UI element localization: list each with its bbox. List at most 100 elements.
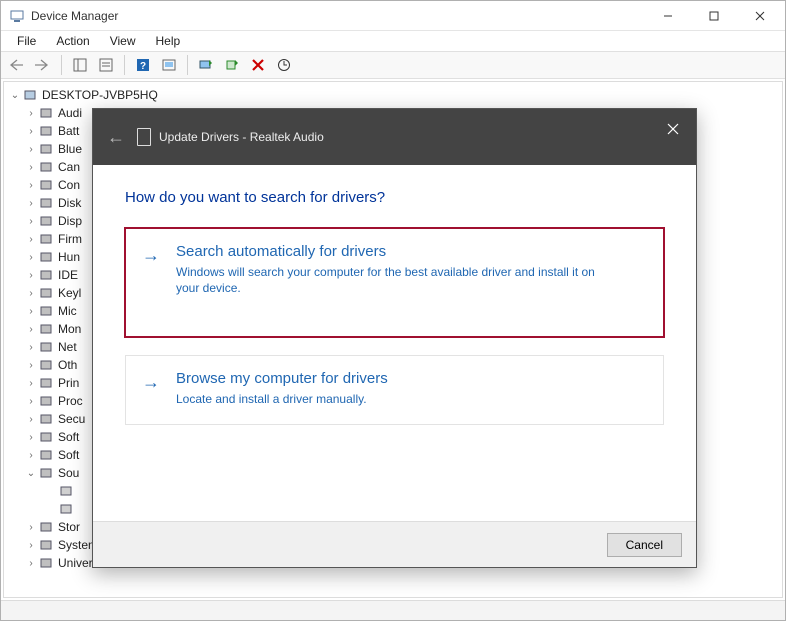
- device-category-icon: [38, 249, 54, 265]
- tree-expand-icon[interactable]: ⌄: [24, 468, 38, 479]
- maximize-button[interactable]: [691, 2, 737, 30]
- toolbar-separator: [61, 55, 62, 75]
- dialog-header: ← Update Drivers - Realtek Audio: [93, 109, 696, 165]
- dialog-back-icon[interactable]: ←: [107, 127, 127, 148]
- tree-expand-icon[interactable]: ›: [24, 108, 38, 119]
- uninstall-button[interactable]: [246, 53, 270, 77]
- arrow-right-icon: →: [142, 245, 160, 266]
- tree-item-label: Mic: [58, 304, 77, 318]
- tree-expand-icon[interactable]: ›: [24, 162, 38, 173]
- tree-expand-icon[interactable]: ›: [24, 522, 38, 533]
- tree-expand-icon[interactable]: ›: [24, 450, 38, 461]
- back-button[interactable]: [5, 53, 29, 77]
- tree-expand-icon[interactable]: ›: [24, 216, 38, 227]
- sound-device-icon: [58, 501, 74, 517]
- tree-item-label: Hun: [58, 250, 80, 264]
- menu-help[interactable]: Help: [146, 32, 191, 50]
- tree-expand-icon[interactable]: ›: [24, 126, 38, 137]
- toolbar-separator: [187, 55, 188, 75]
- device-category-icon: [38, 195, 54, 211]
- tree-expand-icon[interactable]: ›: [24, 180, 38, 191]
- tree-root-label: DESKTOP-JVBP5HQ: [42, 88, 158, 102]
- menu-action[interactable]: Action: [46, 32, 99, 50]
- tree-item-label: Can: [58, 160, 80, 174]
- close-button[interactable]: [737, 2, 783, 30]
- device-category-icon: [38, 519, 54, 535]
- dialog-device-icon: [137, 128, 151, 146]
- tree-item-label: Firm: [58, 232, 82, 246]
- tree-expand-icon[interactable]: ›: [24, 252, 38, 263]
- toolbar: ?: [1, 51, 785, 79]
- tree-item-label: Oth: [58, 358, 77, 372]
- dialog-close-button[interactable]: [658, 117, 688, 141]
- menu-view[interactable]: View: [100, 32, 146, 50]
- tree-expand-icon[interactable]: ›: [24, 378, 38, 389]
- statusbar: [1, 600, 785, 620]
- tree-item-label: Keyl: [58, 286, 81, 300]
- device-category-icon: [38, 177, 54, 193]
- tree-expand-icon[interactable]: ›: [24, 324, 38, 335]
- device-category-icon: [38, 303, 54, 319]
- arrow-right-icon: →: [142, 372, 160, 393]
- sound-device-icon: [58, 483, 74, 499]
- device-category-icon: [38, 447, 54, 463]
- tree-item-label: Soft: [58, 430, 79, 444]
- tree-root[interactable]: ⌄ DESKTOP-JVBP5HQ: [6, 86, 780, 104]
- titlebar: Device Manager: [1, 1, 785, 31]
- tree-expand-icon[interactable]: ›: [24, 540, 38, 551]
- option-description: Windows will search your computer for th…: [176, 264, 606, 296]
- show-hide-tree-button[interactable]: [68, 53, 92, 77]
- tree-expand-icon[interactable]: ›: [24, 396, 38, 407]
- device-category-icon: [38, 321, 54, 337]
- tree-item-label: Soft: [58, 448, 79, 462]
- tree-expand-icon[interactable]: ›: [24, 306, 38, 317]
- update-driver-button[interactable]: [194, 53, 218, 77]
- device-category-icon: [38, 231, 54, 247]
- option-description: Locate and install a driver manually.: [176, 391, 606, 407]
- tree-expand-icon[interactable]: ›: [24, 288, 38, 299]
- tree-item-label: Blue: [58, 142, 82, 156]
- tree-expand-icon[interactable]: ›: [24, 144, 38, 155]
- properties-button[interactable]: [94, 53, 118, 77]
- svg-text:?: ?: [140, 61, 146, 72]
- device-category-icon: [38, 357, 54, 373]
- toolbar-separator: [124, 55, 125, 75]
- tree-expand-icon[interactable]: ›: [24, 414, 38, 425]
- tree-item-label: Disp: [58, 214, 82, 228]
- device-category-icon: [38, 411, 54, 427]
- menu-file[interactable]: File: [7, 32, 46, 50]
- device-category-icon: [38, 555, 54, 571]
- tree-item-label: Con: [58, 178, 80, 192]
- tree-expand-icon[interactable]: ›: [24, 360, 38, 371]
- tree-expand-icon[interactable]: ›: [24, 270, 38, 281]
- minimize-button[interactable]: [645, 2, 691, 30]
- dialog-body: How do you want to search for drivers? →…: [93, 165, 696, 425]
- device-category-icon: [38, 141, 54, 157]
- tree-expand-icon[interactable]: ›: [24, 432, 38, 443]
- dialog-heading: How do you want to search for drivers?: [125, 189, 664, 206]
- tree-expand-icon[interactable]: ›: [24, 342, 38, 353]
- cancel-button[interactable]: Cancel: [607, 533, 682, 557]
- tree-expand-icon[interactable]: ⌄: [8, 90, 22, 101]
- window-title: Device Manager: [31, 9, 645, 23]
- option-search-automatically[interactable]: → Search automatically for drivers Windo…: [125, 228, 664, 337]
- scan-button[interactable]: [157, 53, 181, 77]
- window-controls: [645, 2, 783, 30]
- device-category-icon: [38, 375, 54, 391]
- update-drivers-dialog: ← Update Drivers - Realtek Audio How do …: [92, 108, 697, 568]
- computer-icon: [22, 87, 38, 103]
- device-category-icon: [38, 213, 54, 229]
- tree-expand-icon[interactable]: ›: [24, 198, 38, 209]
- help-button[interactable]: ?: [131, 53, 155, 77]
- app-icon: [9, 8, 25, 24]
- option-browse-computer[interactable]: → Browse my computer for drivers Locate …: [125, 355, 664, 424]
- scan-hardware-button[interactable]: [272, 53, 296, 77]
- tree-expand-icon[interactable]: ›: [24, 234, 38, 245]
- device-category-icon: [38, 339, 54, 355]
- forward-button[interactable]: [31, 53, 55, 77]
- dialog-title: Update Drivers - Realtek Audio: [159, 130, 324, 144]
- enable-button[interactable]: [220, 53, 244, 77]
- device-category-icon: [38, 465, 54, 481]
- tree-item-label: Proc: [58, 394, 83, 408]
- tree-expand-icon[interactable]: ›: [24, 558, 38, 569]
